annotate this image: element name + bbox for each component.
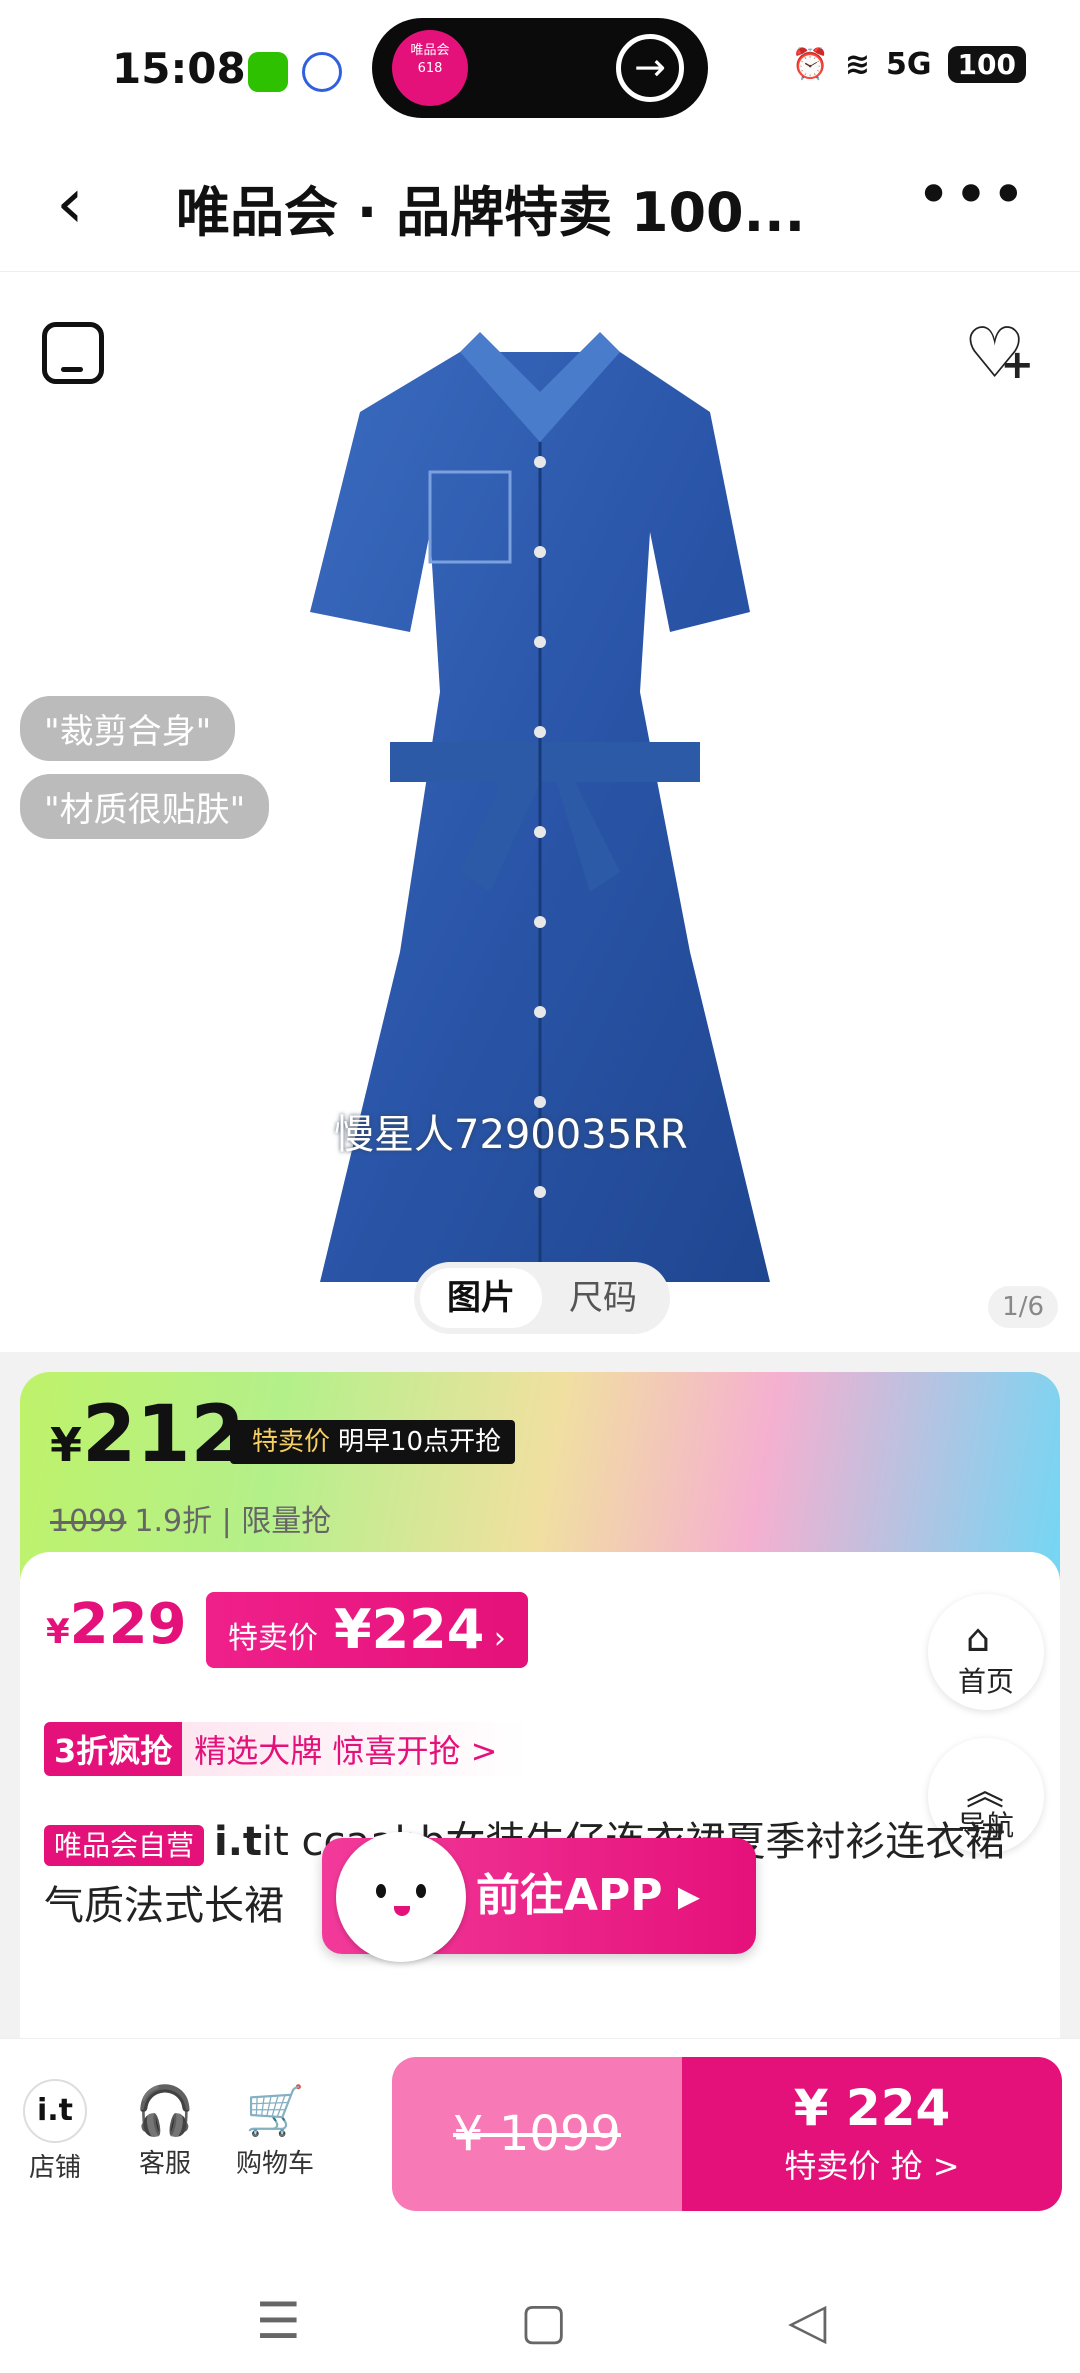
- review-tag[interactable]: "材质很贴肤": [20, 774, 270, 839]
- status-right: ⏰ ≋ 5G 100: [792, 46, 1026, 83]
- store-logo: i.t: [23, 2079, 87, 2143]
- flash-tag: 3折疯抢: [44, 1722, 183, 1776]
- bottom-action-bar: i.t 店铺 🎧 客服 🛒 购物车 ¥ 1099 ¥ 224 特卖价 抢 >: [0, 2038, 1080, 2258]
- back-button[interactable]: ‹: [56, 168, 84, 238]
- special-price-badge[interactable]: 特卖价 ¥224 ›: [206, 1592, 528, 1668]
- cart-icon: 🛒: [245, 2083, 305, 2139]
- top-nav-bar: ‹ 唯品会 · 品牌特卖 100... •••: [0, 140, 1080, 272]
- mascot-icon: [336, 1832, 466, 1962]
- flash-sale-banner[interactable]: 3折疯抢 精选大牌 惊喜开抢 >: [44, 1722, 528, 1776]
- product-info-card: ¥229 特卖价 ¥224 › 3折疯抢 精选大牌 惊喜开抢 > ⌂ 首页 ︽ 导…: [20, 1552, 1060, 2072]
- back-triangle-icon[interactable]: ◁: [788, 2292, 826, 2350]
- flash-text: 精选大牌 惊喜开抢 >: [182, 1722, 528, 1776]
- enter-icon[interactable]: →: [616, 34, 684, 102]
- page-indicator: 1/6: [988, 1286, 1058, 1328]
- buy-now-button[interactable]: ¥ 224 特卖价 抢 >: [682, 2057, 1062, 2211]
- system-navigation-bar: ☰ ▢ ◁: [0, 2258, 1080, 2373]
- tab-size[interactable]: 尺码: [542, 1268, 664, 1328]
- vip-618-logo: 唯品会 618: [392, 30, 468, 106]
- status-time: 15:08: [112, 44, 246, 93]
- signal-label: 5G: [886, 47, 932, 82]
- cart-button[interactable]: 🛒 购物车: [230, 2079, 320, 2180]
- gallery-segment-control[interactable]: 图片 尺码: [414, 1262, 670, 1334]
- alarm-icon: ⏰: [791, 47, 829, 82]
- presale-ribbon: 特卖价 明早10点开抢: [230, 1420, 516, 1464]
- store-button[interactable]: i.t 店铺: [10, 2079, 100, 2184]
- home-icon: ⌂: [966, 1616, 991, 1660]
- service-button[interactable]: 🎧 客服: [120, 2079, 210, 2180]
- tab-images[interactable]: 图片: [420, 1268, 542, 1328]
- battery-indicator: 100: [947, 46, 1026, 83]
- review-tag[interactable]: "裁剪合身": [20, 696, 236, 761]
- home-square-icon[interactable]: ▢: [520, 2292, 567, 2350]
- page-title: 唯品会 · 品牌特卖 100...: [176, 181, 806, 244]
- current-price: ¥229: [46, 1592, 187, 1657]
- baidu-icon: [302, 52, 342, 92]
- chevron-up-icon: ︽: [966, 1769, 1005, 1813]
- menu-icon[interactable]: ☰: [256, 2292, 301, 2350]
- original-price-button[interactable]: ¥ 1099: [392, 2057, 682, 2211]
- original-price-line: 1099 1.9折 | 限量抢: [50, 1504, 332, 1539]
- product-gallery[interactable]: ♡ + "裁剪合身" "材质很贴肤" 慢星人7290035RR 图片 尺码 1/…: [0, 272, 1080, 1352]
- presale-price: ¥212: [50, 1390, 245, 1480]
- home-icon[interactable]: [42, 322, 104, 384]
- self-operated-badge: 唯品会自营: [44, 1825, 205, 1866]
- side-home-button[interactable]: ⌂ 首页: [928, 1594, 1044, 1710]
- product-sku: 慢星人7290035RR: [334, 1112, 688, 1158]
- more-button[interactable]: •••: [916, 160, 1028, 230]
- headset-icon: 🎧: [135, 2083, 195, 2139]
- wechat-icon: [248, 52, 288, 92]
- status-bar: 15:08 唯品会 618 → ⏰ ≋ 5G 100: [0, 0, 1080, 140]
- buy-buttons: ¥ 1099 ¥ 224 特卖价 抢 >: [392, 2057, 1062, 2211]
- dynamic-island[interactable]: 唯品会 618 →: [372, 18, 708, 118]
- wifi-icon: ≋: [844, 47, 871, 82]
- plus-icon: +: [1000, 342, 1034, 388]
